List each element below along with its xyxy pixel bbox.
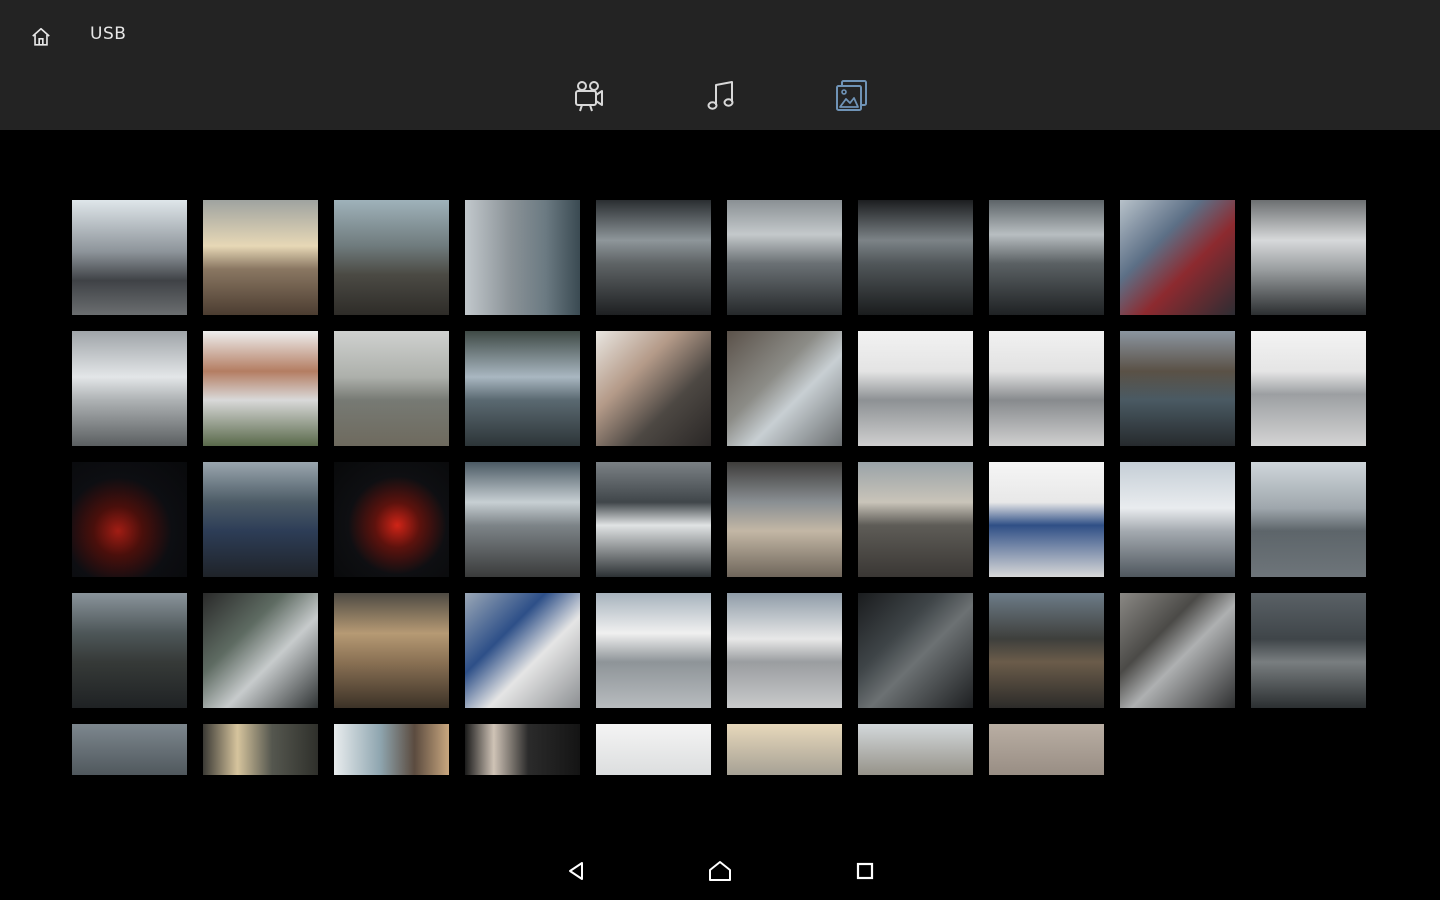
recents-square-icon [856,862,874,880]
photo-thumbnail[interactable] [465,331,580,446]
photo-thumbnail[interactable] [72,200,187,315]
tab-photos[interactable] [829,74,873,118]
tab-music[interactable] [699,74,743,118]
photo-thumbnail[interactable] [465,724,580,775]
photo-thumbnail[interactable] [727,724,842,775]
home-outline-icon [709,861,731,881]
photo-thumbnail[interactable] [203,724,318,775]
photo-thumbnail[interactable] [596,331,711,446]
photo-thumbnail[interactable] [1251,331,1366,446]
photo-thumbnail[interactable] [858,331,973,446]
photo-thumbnail[interactable] [203,462,318,577]
system-nav-bar [0,840,1440,900]
photo-thumbnail[interactable] [989,593,1104,708]
photo-grid-area[interactable] [0,130,1440,775]
source-label: USB [90,24,127,44]
video-icon [575,81,603,112]
photo-gallery-icon [836,80,867,111]
photo-thumbnail[interactable] [727,200,842,315]
photo-thumbnail[interactable] [72,331,187,446]
photo-thumbnail[interactable] [334,724,449,775]
photo-thumbnail[interactable] [596,462,711,577]
photo-thumbnail[interactable] [989,462,1104,577]
nav-back-button[interactable] [559,854,593,888]
photo-thumbnail[interactable] [858,200,973,315]
photo-thumbnail[interactable] [203,200,318,315]
photo-thumbnail[interactable] [1251,593,1366,708]
photo-thumbnail[interactable] [1251,462,1366,577]
photo-thumbnail[interactable] [1120,331,1235,446]
photo-thumbnail[interactable] [727,331,842,446]
photo-thumbnail[interactable] [1120,593,1235,708]
nav-recents-button[interactable] [848,854,882,888]
home-button[interactable] [24,20,58,54]
photo-thumbnail[interactable] [989,331,1104,446]
photo-thumbnail[interactable] [596,724,711,775]
photo-thumbnail[interactable] [727,462,842,577]
music-note-icon [707,81,734,110]
tab-video[interactable] [566,74,610,118]
photo-thumbnail[interactable] [727,593,842,708]
back-triangle-icon [569,862,583,880]
photo-thumbnail[interactable] [989,200,1104,315]
photo-thumbnail[interactable] [334,593,449,708]
photo-thumbnail[interactable] [465,200,580,315]
photo-thumbnail[interactable] [334,462,449,577]
photo-thumbnail[interactable] [858,593,973,708]
photo-thumbnail[interactable] [858,724,973,775]
photo-thumbnail[interactable] [858,462,973,577]
photo-thumbnail[interactable] [334,331,449,446]
nav-home-button[interactable] [703,854,737,888]
photo-thumbnail[interactable] [989,724,1104,775]
photo-grid [72,200,1366,775]
home-icon [32,27,50,46]
photo-thumbnail[interactable] [203,593,318,708]
photo-thumbnail[interactable] [1251,200,1366,315]
photo-thumbnail[interactable] [1120,462,1235,577]
photo-thumbnail[interactable] [1120,200,1235,315]
photo-thumbnail[interactable] [72,462,187,577]
photo-thumbnail[interactable] [596,200,711,315]
photo-thumbnail[interactable] [72,724,187,775]
photo-thumbnail[interactable] [203,331,318,446]
photo-thumbnail[interactable] [596,593,711,708]
photo-thumbnail[interactable] [334,200,449,315]
top-bar: USB [0,0,1440,130]
photo-thumbnail[interactable] [72,593,187,708]
photo-thumbnail[interactable] [465,593,580,708]
photo-thumbnail[interactable] [465,462,580,577]
